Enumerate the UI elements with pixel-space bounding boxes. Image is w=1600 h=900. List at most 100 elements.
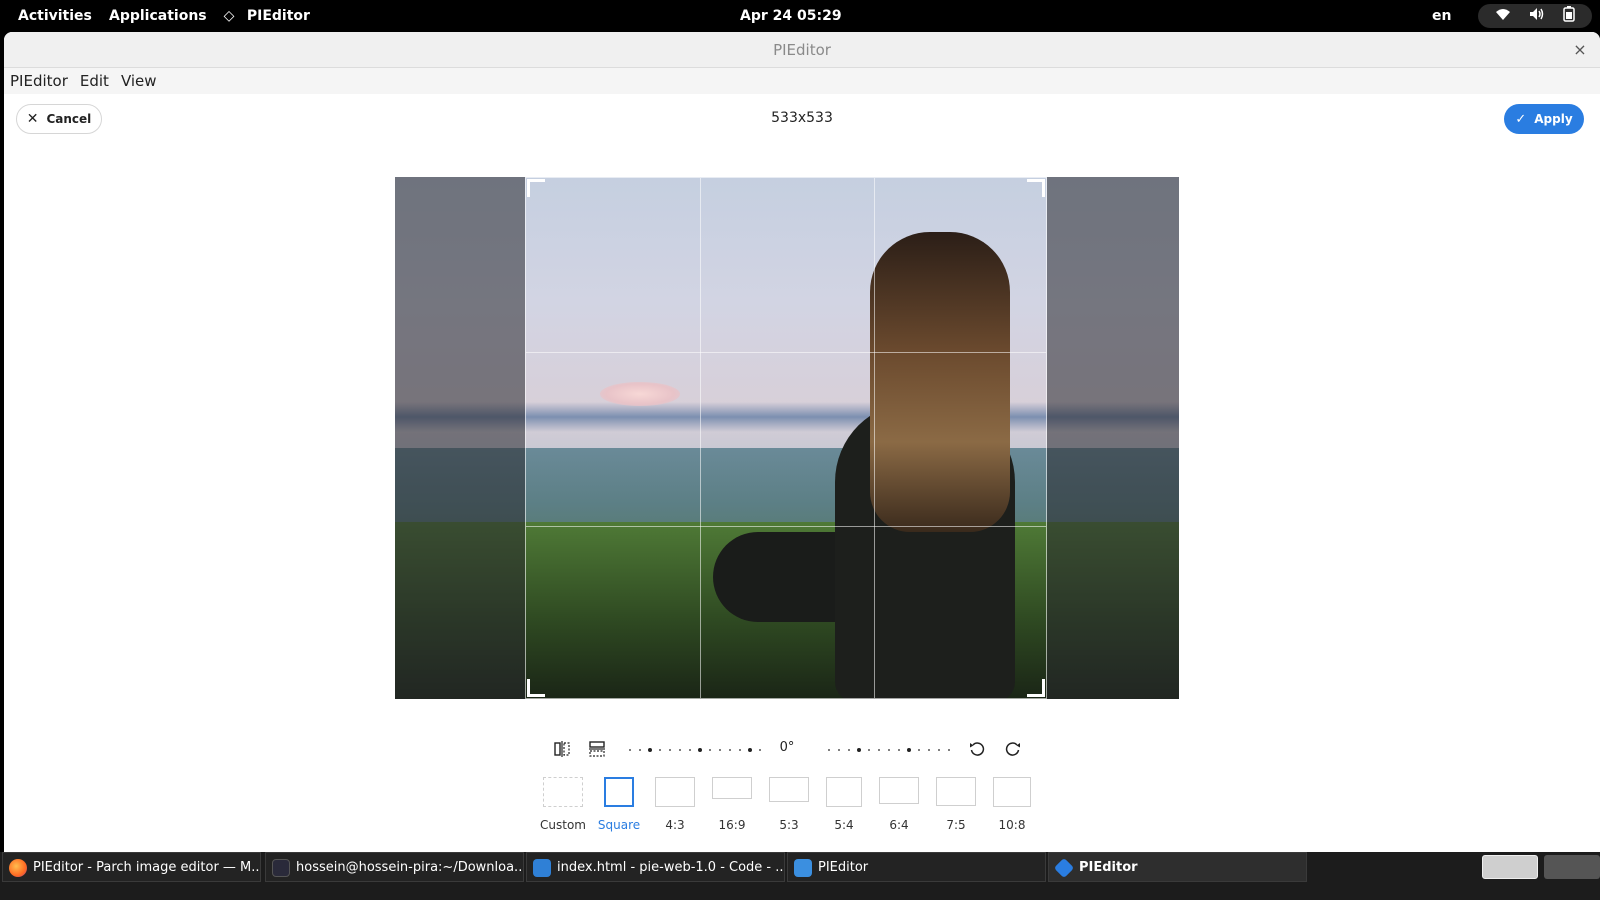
top-bar: Activities Applications ◇ PIEditor Apr 2… [0,0,1600,32]
taskbar-item-firefox[interactable]: PIEditor - Parch image editor — M... [2,852,261,882]
crop-handle-top-left[interactable] [527,179,545,197]
crop-handle-top-right[interactable] [1027,179,1045,197]
flip-horizontal-icon[interactable] [552,740,572,760]
taskbar-item-terminal[interactable]: hossein@hossein-pira:~/Downloa... [265,852,524,882]
slider-tick [748,748,752,752]
crop-selection[interactable] [525,177,1047,699]
crop-handle-bottom-right[interactable] [1027,679,1045,697]
crop-handle-bottom-left[interactable] [527,679,545,697]
ratio-5-4[interactable]: 5:4 [819,775,869,832]
menu-pieditor[interactable]: PIEditor [10,72,68,90]
slider-tick [857,748,861,752]
apply-button[interactable]: ✓ Apply [1504,104,1584,134]
clock[interactable]: Apr 24 05:29 [740,0,842,32]
applications-menu[interactable]: Applications [109,0,207,32]
ratio-label: 5:3 [779,818,799,832]
ratio-custom[interactable]: Custom [538,775,588,832]
app-menu[interactable]: ◇ PIEditor [222,0,310,32]
ratio-label: 5:4 [834,818,854,832]
transform-controls: 0° [4,732,1600,768]
slider-tick [639,749,641,751]
rotate-left-icon[interactable] [967,740,987,760]
slider-tick [759,749,761,751]
apply-label: Apply [1534,112,1573,126]
workspace-2[interactable] [1544,855,1600,879]
slider-tick [679,749,681,751]
code-editor-icon [533,859,551,877]
activities-button[interactable]: Activities [18,0,92,32]
language-indicator[interactable]: en [1432,0,1451,32]
slider-tick [878,749,880,751]
pieditor-icon [1053,857,1075,879]
slider-tick [948,749,950,751]
crop-mask-left [395,177,525,699]
grid-line [874,178,875,698]
ratio-7-5-icon [936,777,976,806]
slider-tick [898,749,900,751]
slider-tick [868,749,870,751]
ratio-5-3[interactable]: 5:3 [764,775,814,832]
ratio-custom-icon [543,777,583,807]
ratio-label: 16:9 [718,818,746,832]
close-icon[interactable]: × [1570,40,1590,60]
slider-tick [848,749,850,751]
ratio-6-4[interactable]: 6:4 [874,775,924,832]
ratio-square[interactable]: Square [594,775,644,832]
taskbar-item-label: PIEditor [1079,860,1138,875]
taskbar-item-label: index.html - pie-web-1.0 - Code - ... [557,860,785,875]
app-menu-label: PIEditor [246,8,310,24]
ratio-5-3-icon [769,777,809,802]
wifi-icon [1495,7,1511,25]
slider-tick [729,749,731,751]
slider-tick [698,748,702,752]
rotate-right-icon[interactable] [1003,740,1023,760]
slider-tick [838,749,840,751]
slider-tick [659,749,661,751]
ratio-5-4-icon [826,777,862,807]
ratio-7-5[interactable]: 7:5 [931,775,981,832]
slider-tick [907,748,911,752]
slider-tick [719,749,721,751]
ratio-label: 4:3 [665,818,685,832]
window-titlebar[interactable]: PIEditor × [4,32,1600,68]
aspect-ratio-presets: Custom Square 4:3 16:9 5:3 5:4 6:4 7:5 1… [4,775,1600,835]
taskbar-item-pieditor-active[interactable]: PIEditor [1048,852,1307,882]
slider-tick [828,749,830,751]
volume-icon [1529,7,1545,25]
grid-line [526,352,1046,353]
slider-tick [689,749,691,751]
image-canvas[interactable] [395,177,1179,699]
rotation-angle: 0° [779,740,795,755]
battery-icon [1563,6,1575,26]
ratio-16-9-icon [712,777,752,799]
taskbar-item-label: PIEditor - Parch image editor — M... [33,860,261,875]
taskbar-item-label: PIEditor [818,860,869,875]
ratio-4-3[interactable]: 4:3 [650,775,700,832]
ratio-10-8[interactable]: 10:8 [987,775,1037,832]
taskbar-item-vscode[interactable]: index.html - pie-web-1.0 - Code - ... [526,852,785,882]
ratio-label: 7:5 [946,818,966,832]
slider-tick [928,749,930,751]
document-icon [794,859,812,877]
checkmark-icon: ✓ [1515,111,1527,127]
ratio-square-icon [604,777,634,807]
ratio-10-8-icon [993,777,1031,807]
ratio-16-9[interactable]: 16:9 [707,775,757,832]
terminal-icon [272,859,290,877]
taskbar-item-label: hossein@hossein-pira:~/Downloa... [296,860,524,875]
menu-bar: PIEditor Edit View [4,68,1600,94]
system-status-menu[interactable] [1478,4,1592,28]
crop-mask-right [1047,177,1179,699]
pieditor-window: PIEditor × PIEditor Edit View ✕ Cancel 5… [4,32,1600,868]
grid-line [700,178,701,698]
slider-tick [739,749,741,751]
workspace-1[interactable] [1482,855,1538,879]
crop-toolbar: ✕ Cancel 533x533 ✓ Apply [4,94,1600,142]
flip-vertical-icon[interactable] [587,740,607,760]
taskbar-item-pieditor[interactable]: PIEditor [787,852,1046,882]
taskbar: PIEditor - Parch image editor — M... hos… [0,852,1600,900]
grid-line [526,526,1046,527]
menu-edit[interactable]: Edit [80,72,109,90]
crop-dimensions: 533x533 [771,110,833,126]
menu-view[interactable]: View [121,72,157,90]
